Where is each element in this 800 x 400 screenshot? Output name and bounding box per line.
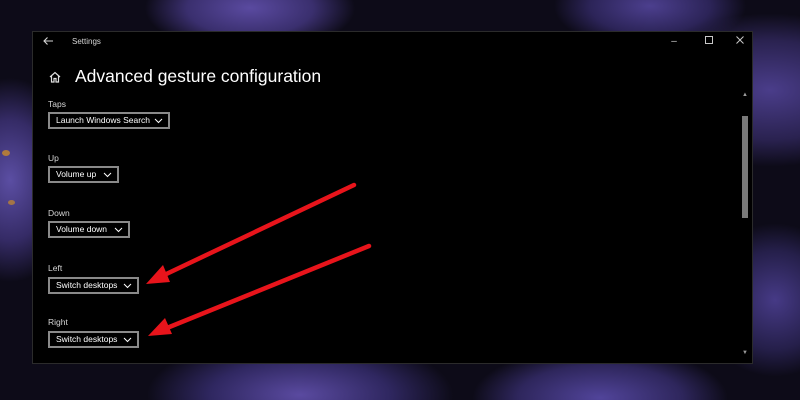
chevron-down-icon: [123, 283, 132, 289]
left-label: Left: [48, 263, 63, 273]
taps-dropdown[interactable]: Launch Windows Search: [48, 112, 170, 129]
down-dropdown[interactable]: Volume down: [48, 221, 130, 238]
app-title: Settings: [72, 37, 101, 46]
chevron-down-icon: [154, 118, 163, 124]
taps-label: Taps: [48, 99, 66, 109]
scroll-down-button[interactable]: ▼: [741, 350, 749, 360]
chevron-down-icon: [103, 172, 112, 178]
minimize-button[interactable]: –: [664, 35, 684, 49]
close-button[interactable]: [730, 35, 750, 49]
left-dropdown[interactable]: Switch desktops: [48, 277, 139, 294]
up-label: Up: [48, 153, 59, 163]
taps-value: Launch Windows Search: [56, 115, 151, 125]
right-dropdown[interactable]: Switch desktops: [48, 331, 139, 348]
home-icon: [49, 71, 61, 83]
down-label: Down: [48, 208, 70, 218]
left-value: Switch desktops: [56, 280, 118, 290]
up-dropdown[interactable]: Volume up: [48, 166, 119, 183]
page-title: Advanced gesture configuration: [75, 66, 322, 86]
up-value: Volume up: [56, 169, 97, 179]
maximize-button[interactable]: [699, 35, 719, 49]
maximize-icon: [705, 36, 713, 44]
down-value: Volume down: [56, 224, 108, 234]
home-button[interactable]: [48, 70, 62, 84]
title-bar: Settings –: [33, 32, 752, 54]
right-value: Switch desktops: [56, 334, 118, 344]
chevron-down-icon: [114, 227, 123, 233]
wallpaper-highlight: [8, 200, 15, 205]
settings-window: Settings – Advanced gesture configuratio…: [32, 31, 753, 364]
gesture-settings-list: Taps Launch Windows Search Up Volume up …: [33, 92, 733, 362]
back-button[interactable]: [41, 35, 55, 49]
vertical-scrollbar[interactable]: ▲ ▼: [741, 92, 749, 360]
scroll-thumb[interactable]: [742, 116, 748, 218]
close-icon: [736, 36, 744, 44]
wallpaper-highlight: [2, 150, 10, 156]
right-label: Right: [48, 317, 68, 327]
scroll-up-button[interactable]: ▲: [741, 92, 749, 102]
back-arrow-icon: [43, 37, 53, 45]
chevron-down-icon: [123, 337, 132, 343]
